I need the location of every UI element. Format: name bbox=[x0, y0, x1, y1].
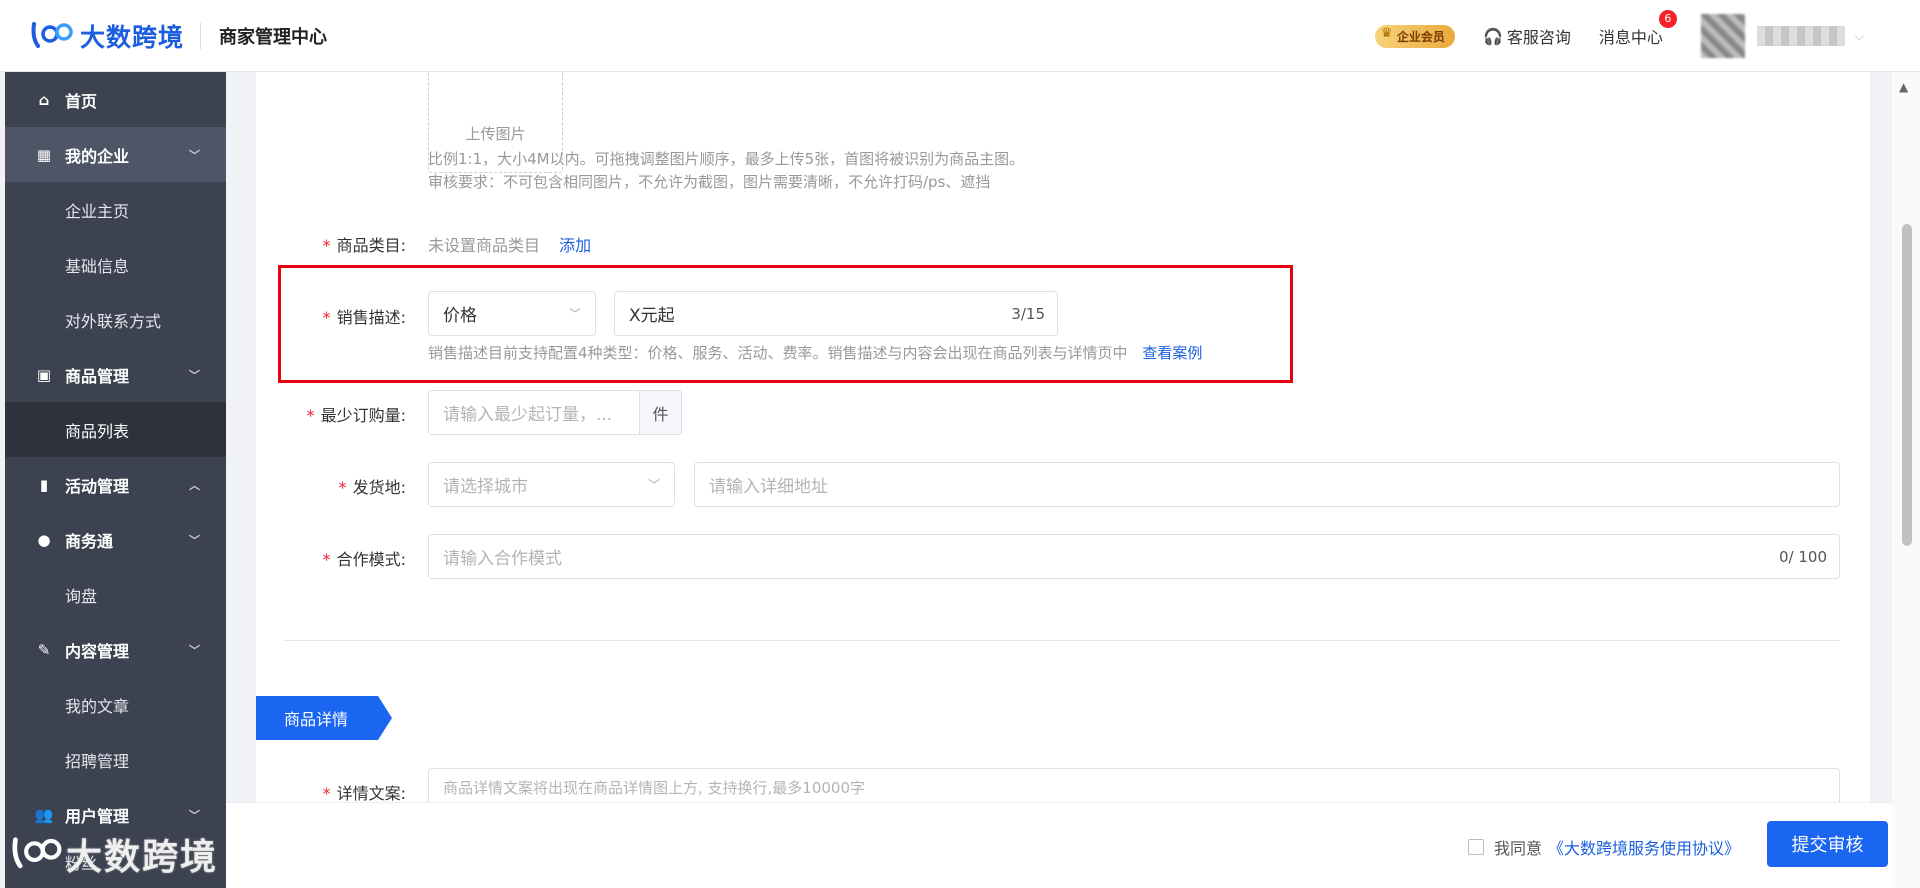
headset-icon: 🎧 bbox=[1482, 26, 1503, 46]
app-title: 商家管理中心 bbox=[219, 27, 328, 48]
scroll-thumb[interactable] bbox=[1902, 224, 1912, 546]
bookmark-icon: ▮ bbox=[39, 475, 49, 494]
agree-checkbox[interactable] bbox=[1467, 839, 1484, 855]
chevron-down-icon: ﹀ bbox=[189, 808, 200, 822]
chevron-down-icon: ﹀ bbox=[189, 368, 200, 382]
chevron-down-icon: ﹀ bbox=[568, 307, 581, 321]
user-avatar[interactable] bbox=[1700, 14, 1745, 58]
message-count-badge: 6 bbox=[1658, 10, 1677, 28]
sidebar-item-label: 我的企业 bbox=[65, 146, 130, 166]
category-value: 未设置商品类目 bbox=[428, 236, 541, 255]
city-select[interactable]: 请选择城市 ﹀ bbox=[428, 462, 675, 507]
agreement-row: 我同意 《大数跨境服务使用协议》 bbox=[1467, 835, 1740, 859]
watermark-text: 大数跨境 bbox=[66, 837, 219, 878]
briefcase-icon: ▣ bbox=[36, 365, 52, 384]
section-title-detail: 商品详情 bbox=[256, 696, 392, 740]
chevron-down-icon[interactable]: ⌵ bbox=[1855, 29, 1864, 44]
detail-text-label: * 详情文案: bbox=[322, 784, 406, 802]
sales-type-select[interactable]: 价格 ﹀ bbox=[428, 291, 596, 336]
customer-service-link[interactable]: 🎧 客服咨询 bbox=[1483, 24, 1571, 48]
sidebar-item-business[interactable]: ● 商务通 ﹀ bbox=[5, 512, 226, 567]
watermark-logo: 大数跨境 bbox=[10, 828, 218, 880]
sales-type-value: 价格 bbox=[443, 306, 477, 326]
min-order-placeholder: 请输入最少起订量，... bbox=[443, 405, 613, 425]
sales-desc-input[interactable]: X元起 3/15 bbox=[614, 291, 1058, 336]
address-input[interactable]: 请输入详细地址 bbox=[694, 462, 1840, 507]
city-placeholder: 请选择城市 bbox=[443, 477, 528, 497]
sidebar-item-label: 首页 bbox=[65, 91, 98, 111]
sidebar-item-label: 商务通 bbox=[65, 531, 114, 551]
chevron-down-icon: ﹀ bbox=[189, 148, 200, 162]
product-form: 上传图片 比例1:1，大小4M以内。可拖拽调整图片顺序，最多上传5张，首图将被识… bbox=[256, 72, 1870, 802]
chevron-down-icon: ﹀ bbox=[647, 478, 660, 492]
message-center-label: 消息中心 bbox=[1598, 28, 1663, 47]
upload-hint-size: 比例1:1，大小4M以内。可拖拽调整图片顺序，最多上传5张，首图将被识别为商品主… bbox=[428, 150, 1025, 168]
chevron-down-icon: ﹀ bbox=[189, 533, 200, 547]
vip-badge[interactable]: 企业会员 bbox=[1374, 24, 1455, 48]
sidebar-item-label: 商品管理 bbox=[65, 366, 130, 386]
brand-logo[interactable]: 大数跨境 商家管理中心 bbox=[30, 18, 327, 54]
char-counter: 0/ 100 bbox=[1779, 547, 1827, 566]
agree-text: 我同意 bbox=[1493, 839, 1542, 858]
chevron-up-icon: ︿ bbox=[189, 478, 200, 492]
user-name-blurred[interactable] bbox=[1756, 26, 1845, 46]
sidebar-item-my-company[interactable]: ▦ 我的企业 ﹀ bbox=[5, 127, 226, 182]
sidebar-item-home[interactable]: ⌂ 首页 bbox=[5, 72, 226, 127]
sales-desc-label: * 销售描述: bbox=[322, 308, 406, 327]
top-header: 大数跨境 商家管理中心 企业会员 🎧 客服咨询 消息中心 6 ⌵ bbox=[0, 0, 1920, 72]
brand-logo-icon bbox=[31, 22, 73, 48]
coop-mode-label: * 合作模式: bbox=[322, 550, 406, 569]
category-label: * 商品类目: bbox=[322, 236, 406, 255]
sales-desc-value: X元起 bbox=[629, 306, 675, 326]
coop-mode-input[interactable]: 请输入合作模式 0/ 100 bbox=[428, 534, 1840, 579]
category-field: 未设置商品类目 添加 bbox=[428, 232, 591, 256]
upload-label: 上传图片 bbox=[465, 125, 526, 143]
form-footer: 我同意 《大数跨境服务使用协议》 提交审核 bbox=[226, 802, 1920, 888]
sidebar-item-contact[interactable]: 对外联系方式 bbox=[5, 292, 226, 347]
coop-placeholder: 请输入合作模式 bbox=[443, 549, 562, 569]
sidebar-item-product-list[interactable]: 商品列表 bbox=[5, 402, 226, 457]
submit-review-button[interactable]: 提交审核 bbox=[1767, 821, 1888, 867]
home-icon: ⌂ bbox=[38, 90, 50, 109]
page-scrollbar[interactable]: ▲ bbox=[1892, 72, 1920, 888]
sidebar-item-label: 内容管理 bbox=[65, 641, 130, 661]
users-icon: 👥 bbox=[34, 805, 54, 824]
category-add-link[interactable]: 添加 bbox=[559, 236, 591, 255]
message-center-link[interactable]: 消息中心 6 bbox=[1598, 10, 1677, 48]
ship-from-label: * 发货地: bbox=[338, 478, 406, 497]
sidebar-item-label: 活动管理 bbox=[65, 476, 130, 496]
sidebar-nav: ⌂ 首页 ▦ 我的企业 ﹀ 企业主页 基础信息 对外联系方式 ▣ 商品管理 ﹀ … bbox=[5, 72, 226, 888]
detail-textarea[interactable]: 商品详情文案将出现在商品详情图上方, 支持换行,最多10000字 bbox=[428, 768, 1840, 802]
sidebar-item-label: 用户管理 bbox=[65, 806, 130, 826]
brand-name: 大数跨境 bbox=[80, 23, 185, 52]
header-divider bbox=[200, 23, 202, 49]
sidebar-item-content-mgmt[interactable]: ✎ 内容管理 ﹀ bbox=[5, 622, 226, 677]
sidebar-item-recruit[interactable]: 招聘管理 bbox=[5, 732, 226, 787]
sidebar-item-product-mgmt[interactable]: ▣ 商品管理 ﹀ bbox=[5, 347, 226, 402]
chevron-down-icon: ﹀ bbox=[189, 643, 200, 657]
sidebar-item-inquiry[interactable]: 询盘 bbox=[5, 567, 226, 622]
scroll-up-icon[interactable]: ▲ bbox=[1899, 80, 1908, 94]
address-placeholder: 请输入详细地址 bbox=[709, 477, 828, 497]
upload-hint-rules: 审核要求：不可包含相同图片，不允许为截图，图片需要清晰，不允许打码/ps、遮挡 bbox=[428, 173, 991, 191]
chat-icon: ● bbox=[37, 530, 51, 549]
customer-service-label: 客服咨询 bbox=[1506, 28, 1571, 47]
edit-document-icon: ✎ bbox=[37, 640, 51, 659]
detail-placeholder: 商品详情文案将出现在商品详情图上方, 支持换行,最多10000字 bbox=[443, 779, 866, 797]
view-example-link[interactable]: 查看案例 bbox=[1142, 344, 1202, 362]
sidebar-item-company-home[interactable]: 企业主页 bbox=[5, 182, 226, 237]
header-actions: 企业会员 🎧 客服咨询 消息中心 6 ⌵ bbox=[1374, 0, 1920, 72]
min-order-label: * 最少订购量: bbox=[306, 406, 406, 425]
char-counter: 3/15 bbox=[1011, 304, 1045, 323]
agreement-link[interactable]: 《大数跨境服务使用协议》 bbox=[1548, 835, 1740, 859]
sales-desc-hint: 销售描述目前支持配置4种类型：价格、服务、活动、费率。销售描述与内容会出现在商品… bbox=[428, 344, 1203, 362]
unit-suffix: 件 bbox=[640, 390, 682, 435]
section-divider bbox=[284, 640, 1840, 641]
sidebar-item-activity-mgmt[interactable]: ▮ 活动管理 ︿ bbox=[5, 457, 226, 512]
building-icon: ▦ bbox=[36, 145, 52, 164]
min-order-input[interactable]: 请输入最少起订量，... bbox=[428, 390, 640, 435]
sidebar-item-my-articles[interactable]: 我的文章 bbox=[5, 677, 226, 732]
watermark-logo-icon bbox=[12, 837, 62, 869]
sidebar-item-basic-info[interactable]: 基础信息 bbox=[5, 237, 226, 292]
